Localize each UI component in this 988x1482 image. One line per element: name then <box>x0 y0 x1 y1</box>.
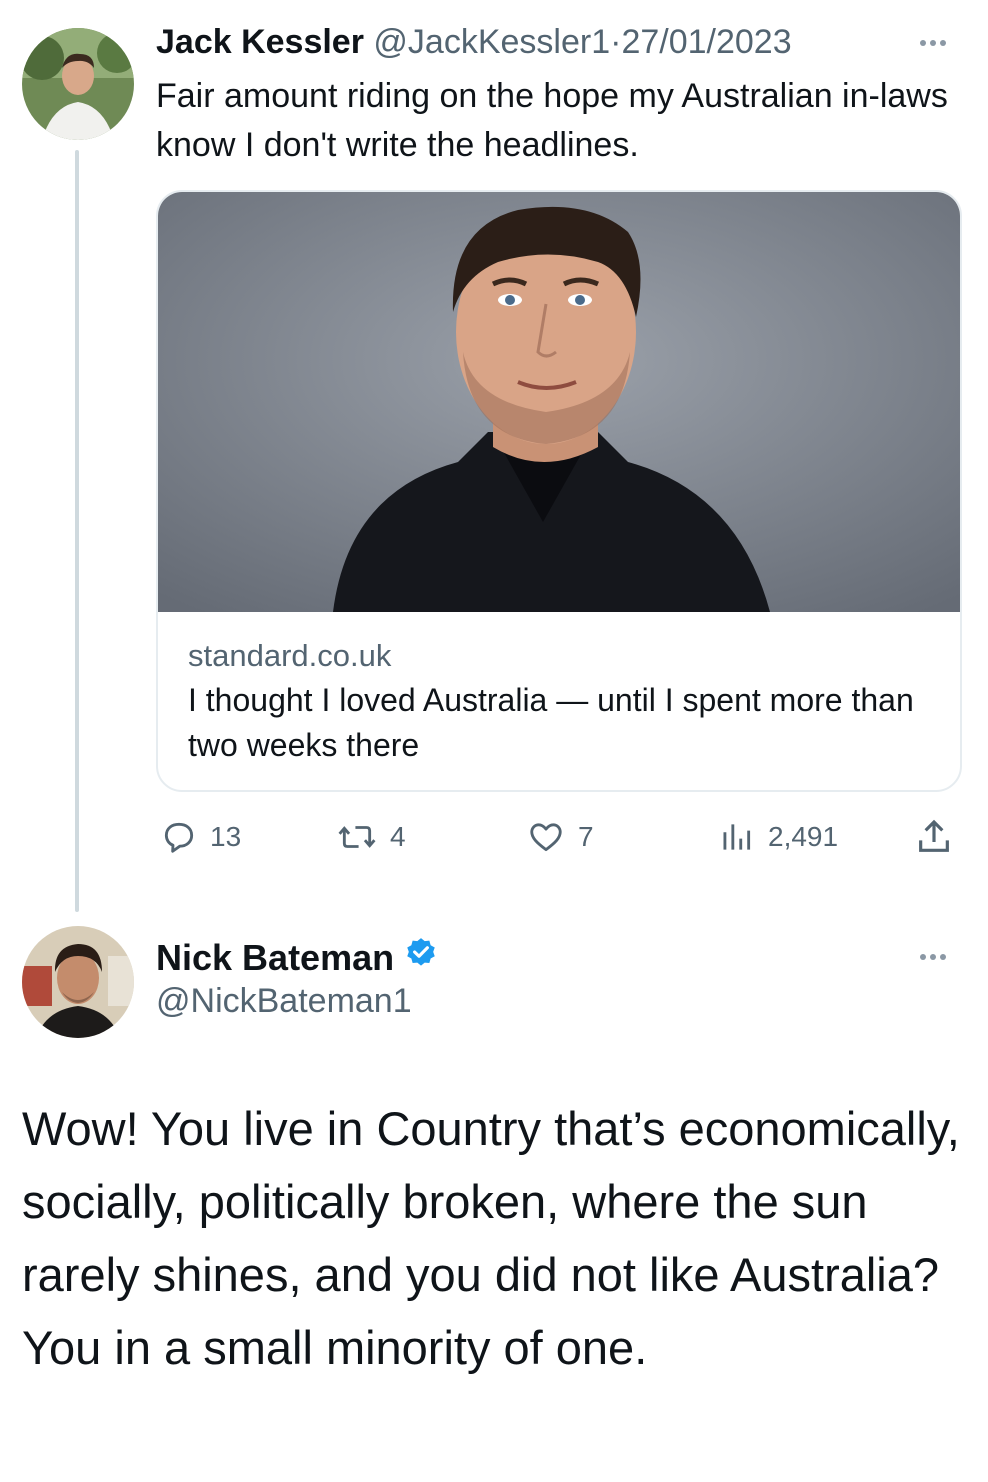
reply-count: 13 <box>210 821 242 852</box>
card-domain: standard.co.uk <box>188 638 392 673</box>
link-card[interactable]: standard.co.uk I thought I loved Austral… <box>156 190 962 792</box>
share-icon <box>919 819 949 852</box>
retweet-count: 4 <box>390 821 406 852</box>
share-button[interactable] <box>914 812 954 862</box>
tweet-actions-bar: 13 4 7 2,491 <box>156 812 962 862</box>
views-button[interactable]: 2,491 <box>716 812 838 862</box>
like-count: 7 <box>578 821 594 852</box>
author-handle[interactable]: @NickBateman1 <box>156 982 412 1021</box>
views-icon <box>723 824 751 850</box>
author-name[interactable]: Jack Kessler <box>156 23 364 61</box>
tweet2-text: Wow! You live in Country that’s economic… <box>22 1102 960 1374</box>
verified-badge-icon <box>404 936 438 979</box>
like-icon <box>530 823 562 852</box>
retweet-button[interactable]: 4 <box>336 812 406 862</box>
reply-button[interactable]: 13 <box>160 812 241 862</box>
tweet1-text: Fair amount riding on the hope my Austra… <box>156 77 948 164</box>
views-count: 2,491 <box>768 821 839 852</box>
card-image <box>158 192 960 612</box>
tweet1-header: Jack Kessler @JackKessler1·27/01/2023 <box>156 22 792 62</box>
thread-connector-line <box>75 150 79 912</box>
tweet-date[interactable]: 27/01/2023 <box>621 23 791 61</box>
author-handle[interactable]: @JackKessler1 <box>373 23 610 61</box>
author-name-row: Nick Bateman <box>156 936 438 979</box>
avatar-jack-kessler[interactable] <box>22 28 134 140</box>
avatar-nick-bateman[interactable] <box>22 926 134 1038</box>
reply-icon <box>164 822 194 853</box>
like-button[interactable]: 7 <box>526 812 594 862</box>
more-icon[interactable] <box>920 954 946 960</box>
retweet-icon <box>338 826 376 848</box>
author-name[interactable]: Nick Bateman <box>156 937 394 979</box>
header-separator: · <box>610 23 622 61</box>
card-title: I thought I loved Australia — until I sp… <box>188 682 914 763</box>
more-icon[interactable] <box>920 40 946 46</box>
